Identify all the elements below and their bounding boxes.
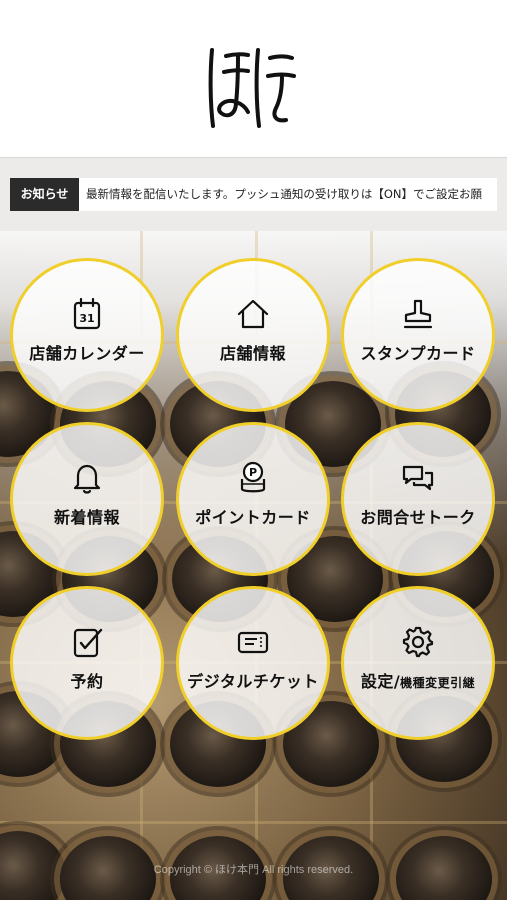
calendar-icon: 31 — [73, 297, 101, 329]
menu-label: スタンプカード — [360, 343, 476, 363]
news-label: お知らせ — [10, 178, 79, 211]
menu-label: デジタルチケット — [187, 671, 319, 691]
coin-letter: P — [249, 466, 257, 479]
checklist-icon — [73, 628, 103, 657]
home-icon — [237, 299, 269, 328]
ticket-icon — [237, 631, 269, 653]
menu-label: 店舗カレンダー — [29, 343, 145, 363]
menu-label: ポイントカード — [195, 507, 311, 527]
menu-store-calendar[interactable]: 31 店舗カレンダー — [10, 258, 164, 412]
menu-label: 設定/機種変更引継 — [361, 668, 475, 692]
header — [0, 0, 507, 157]
menu-store-info[interactable]: 店舗情報 — [176, 258, 330, 412]
menu-point-card[interactable]: P ポイントカード — [176, 422, 330, 576]
news-bar: お知らせ 最新情報を配信いたします。プッシュ通知の受け取りは【ON】でご設定お願 — [0, 157, 507, 231]
menu-label: お問合せトーク — [360, 507, 476, 527]
news-text[interactable]: 最新情報を配信いたします。プッシュ通知の受け取りは【ON】でご設定お願 — [86, 178, 497, 211]
coins-icon: P — [240, 461, 266, 492]
menu-stamp-card[interactable]: スタンプカード — [341, 258, 495, 412]
chat-icon — [402, 465, 434, 490]
logo — [208, 48, 296, 128]
settings-label: 設定/ — [360, 671, 401, 691]
menu-reservation[interactable]: 予約 — [10, 586, 164, 740]
menu-digital-ticket[interactable]: デジタルチケット — [176, 586, 330, 740]
menu-label: 新着情報 — [53, 507, 120, 527]
menu-label: 予約 — [70, 671, 104, 691]
bell-icon — [73, 464, 101, 494]
news-ticker[interactable]: お知らせ 最新情報を配信いたします。プッシュ通知の受け取りは【ON】でご設定お願 — [10, 178, 497, 211]
stamp-icon — [403, 299, 433, 328]
settings-label-small: 機種変更引継 — [400, 675, 476, 690]
menu-settings[interactable]: 設定/機種変更引継 — [341, 586, 495, 740]
calendar-day: 31 — [79, 312, 94, 325]
menu-news[interactable]: 新着情報 — [10, 422, 164, 576]
menu-label: 店舗情報 — [219, 343, 286, 363]
gear-icon — [402, 626, 434, 657]
copyright: Copyright © ほけ本門 All rights reserved. — [153, 864, 354, 876]
menu-contact-talk[interactable]: お問合せトーク — [341, 422, 495, 576]
